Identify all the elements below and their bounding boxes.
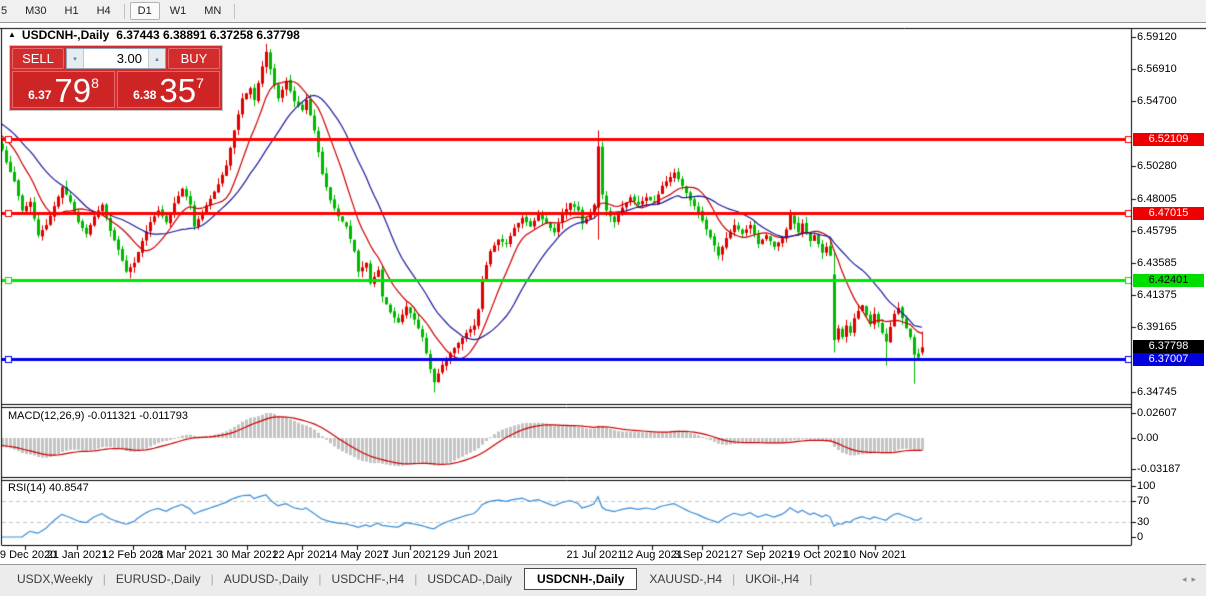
ohlc-info-line: ▲ USDCNH-,Daily 6.37443 6.38891 6.37258 6.… (8, 28, 300, 42)
price-tick-label: 6.54700 (1137, 95, 1177, 107)
date-tick-label: 12 Feb 2021 (102, 549, 164, 561)
rsi-tick-label: 0 (1137, 531, 1143, 543)
date-tick-label: 7 Jun 2021 (383, 549, 437, 561)
date-tick-label: 22 Apr 2021 (272, 549, 331, 561)
sell-button[interactable]: SELL (12, 48, 64, 69)
sell-price-prefix: 6.37 (28, 88, 51, 102)
rsi-tick-label: 70 (1137, 495, 1149, 507)
price-tick-label: 6.39165 (1137, 321, 1177, 333)
date-tick-label: 3 Sep 2021 (674, 549, 730, 561)
chart-tab-usdx-weekly[interactable]: USDX,Weekly (8, 568, 102, 590)
price-tick-label: 6.43585 (1137, 257, 1177, 269)
sell-price-panel[interactable]: 6.37 79 8 (12, 71, 115, 108)
date-tick-label: 27 Sep 2021 (731, 549, 793, 561)
rsi-tick-label: 30 (1137, 516, 1149, 528)
timeframe-toolbar: 5M30H1H4 D1W1MN (0, 0, 1206, 23)
price-level-label: 6.47015 (1133, 207, 1204, 220)
timeframe-button-5[interactable]: 5 (0, 2, 15, 20)
date-tick-label: 21 Jul 2021 (567, 549, 624, 561)
price-tick-label: 6.41375 (1137, 289, 1177, 301)
macd-tick-label: 0.00 (1137, 432, 1158, 444)
price-level-label: 6.42401 (1133, 274, 1204, 287)
chart-tab-usdcnh-daily[interactable]: USDCNH-,Daily (524, 568, 637, 590)
tab-divider: | (414, 572, 417, 586)
buy-button[interactable]: BUY (168, 48, 220, 69)
timeframe-button-h4[interactable]: H4 (89, 2, 119, 20)
buy-price-point: 7 (196, 75, 204, 91)
volume-decrease-icon[interactable]: ▾ (67, 49, 84, 68)
price-tick-label: 6.34745 (1137, 386, 1177, 398)
price-level-label: 6.52109 (1133, 133, 1204, 146)
date-tick-label: 8 Mar 2021 (157, 549, 213, 561)
macd-tick-label: -0.03187 (1137, 463, 1180, 475)
timeframe-button-mn[interactable]: MN (196, 2, 229, 20)
macd-indicator-label: MACD(12,26,9) -0.011321 -0.011793 (8, 410, 188, 422)
symbol-period-label: USDCNH-,Daily (22, 28, 109, 42)
timeframe-button-m30[interactable]: M30 (17, 2, 54, 20)
timeframe-button-d1[interactable]: D1 (130, 2, 160, 20)
chart-tab-usdcad-daily[interactable]: USDCAD-,Daily (418, 568, 521, 590)
price-tick-label: 6.59120 (1137, 31, 1177, 43)
buy-price-pips: 35 (159, 76, 196, 106)
date-tick-label: 19 Oct 2021 (788, 549, 848, 561)
rsi-tick-label: 100 (1137, 480, 1155, 492)
buy-price-panel[interactable]: 6.38 35 7 (117, 71, 220, 108)
chart-tab-bar: USDX,Weekly|EURUSD-,Daily|AUDUSD-,Daily|… (0, 564, 1206, 596)
chart-tab-xauusd-h4[interactable]: XAUUSD-,H4 (640, 568, 731, 590)
price-tick-label: 6.50280 (1137, 160, 1177, 172)
tab-scroll-right-icon[interactable]: ▸ (1191, 574, 1201, 584)
chart-tab-audusd-daily[interactable]: AUDUSD-,Daily (215, 568, 318, 590)
chart-tab-ukoil-h4[interactable]: UKOil-,H4 (736, 568, 808, 590)
trading-terminal: 5M30H1H4 D1W1MN ▲ USDCNH-,Daily 6.37443 6.3… (0, 0, 1206, 596)
chart-tab-usdchf-h4[interactable]: USDCHF-,H4 (323, 568, 414, 590)
ohlc-values: 6.37443 6.38891 6.37258 6.37798 (116, 28, 300, 42)
timeframe-button-h1[interactable]: H1 (57, 2, 87, 20)
price-tick-label: 6.45795 (1137, 225, 1177, 237)
buy-price-prefix: 6.38 (133, 88, 156, 102)
tab-divider: | (809, 572, 812, 586)
collapse-panel-icon[interactable]: ▲ (8, 30, 16, 39)
sell-price-pips: 79 (54, 76, 91, 106)
date-tick-label: 29 Jun 2021 (438, 549, 499, 561)
price-level-label: 6.37007 (1133, 353, 1204, 366)
one-click-trading-panel: SELL ▾ 3.00 ▴ BUY 6.37 79 8 6.38 35 7 (9, 45, 223, 111)
tab-divider: | (318, 572, 321, 586)
volume-spinner: ▾ 3.00 ▴ (66, 48, 166, 69)
price-tick-label: 6.56910 (1137, 63, 1177, 75)
toolbar-separator (234, 4, 235, 19)
tab-divider: | (732, 572, 735, 586)
price-tick-label: 6.48005 (1137, 193, 1177, 205)
date-tick-label: 21 Jan 2021 (47, 549, 108, 561)
date-tick-label: 10 Nov 2021 (844, 549, 906, 561)
date-tick-label: 14 May 2021 (325, 549, 389, 561)
tab-divider: | (211, 572, 214, 586)
chart-tab-eurusd-daily[interactable]: EURUSD-,Daily (107, 568, 210, 590)
sell-price-point: 8 (91, 75, 99, 91)
timeframe-button-w1[interactable]: W1 (162, 2, 195, 20)
tab-scroll-arrows[interactable]: ◂▸ (1182, 574, 1201, 585)
rsi-indicator-label: RSI(14) 40.8547 (8, 482, 89, 494)
tab-divider: | (103, 572, 106, 586)
date-tick-label: 30 Mar 2021 (216, 549, 278, 561)
volume-input[interactable]: 3.00 (84, 49, 148, 68)
current-price-label: 6.37798 (1133, 340, 1204, 353)
macd-tick-label: 0.02607 (1137, 407, 1177, 419)
volume-increase-icon[interactable]: ▴ (148, 49, 165, 68)
toolbar-separator (124, 4, 125, 19)
